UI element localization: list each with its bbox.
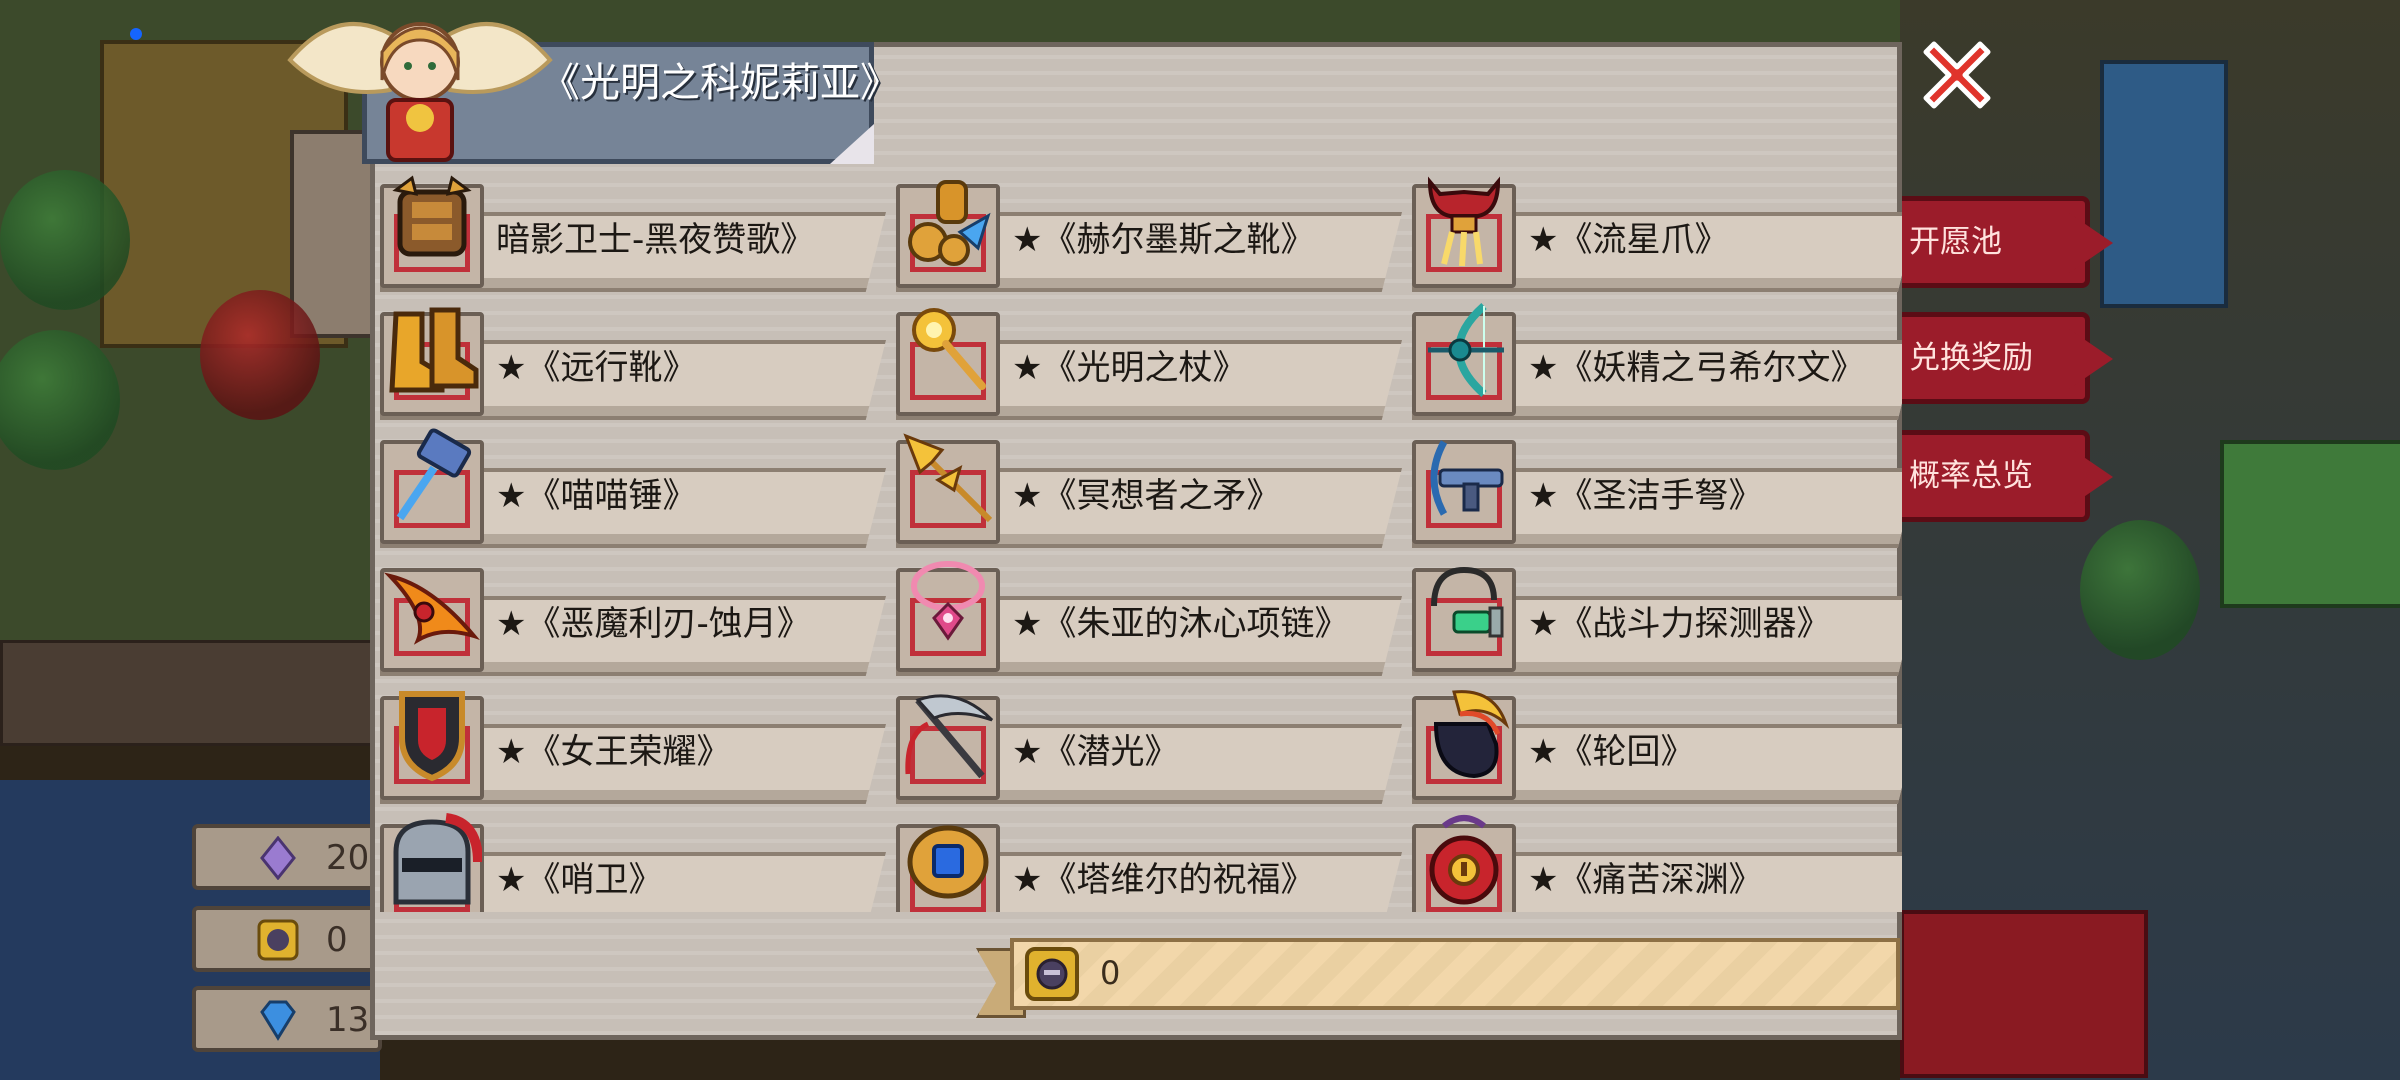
dialog-title: 《光明之科妮莉亚》 (540, 60, 900, 106)
status-dot (130, 28, 142, 40)
crossbow-icon (1430, 440, 1504, 516)
reward-item-latent-light[interactable]: ★《潜光》 (888, 680, 1402, 808)
reward-item-reincarnation[interactable]: ★《轮回》 (1404, 680, 1902, 808)
reward-item-armor[interactable]: 暗影卫士-黑夜赞歌》 (372, 168, 886, 296)
reward-item-sentinel[interactable]: ★《哨卫》 (372, 808, 886, 912)
item-name: 暗影卫士-黑夜赞歌》 (496, 220, 815, 260)
item-name: ★《流星爪》 (1528, 220, 1729, 260)
ring-icon (907, 825, 989, 899)
tree (200, 290, 320, 420)
crystal-count: 20 (326, 838, 370, 878)
bow-icon (1428, 302, 1504, 398)
reward-item-meow-hammer[interactable]: ★《喵喵锤》 (372, 424, 886, 552)
item-name: ★《塔维尔的祝福》 (1012, 860, 1315, 900)
tree (0, 330, 120, 470)
item-name: ★《光明之杖》 (1012, 348, 1247, 388)
tree (0, 170, 130, 310)
item-name: ★《圣洁手弩》 (1528, 476, 1763, 516)
reward-item-holy-crossbow[interactable]: ★《圣洁手弩》 (1404, 424, 1902, 552)
armor-icon (392, 175, 472, 257)
crystal-icon (260, 836, 296, 880)
helmet-icon (393, 813, 482, 905)
wish-pool-label: 开愿池 (1909, 224, 2002, 260)
item-name: ★《恶魔利刃-蚀月》 (496, 604, 811, 644)
character-avatar-icon (287, 22, 553, 162)
staff-icon (912, 308, 986, 390)
item-name: ★《潜光》 (1012, 732, 1179, 772)
pool (2100, 60, 2228, 308)
reward-item-tavir-blessing[interactable]: ★《塔维尔的祝福》 (888, 808, 1402, 912)
gauntlet-icon (1433, 690, 1510, 779)
exchange-reward-button[interactable]: 兑换奖励 (1880, 312, 2090, 404)
item-name: ★《朱亚的沐心项链》 (1012, 604, 1349, 644)
reward-item-light-staff[interactable]: ★《光明之杖》 (888, 296, 1402, 424)
blade-icon (383, 572, 480, 645)
reward-item-zhuya-necklace[interactable]: ★《朱亚的沐心项链》 (888, 552, 1402, 680)
diamond-icon (260, 1000, 296, 1041)
reward-item-demon-blade[interactable]: ★《恶魔利刃-蚀月》 (372, 552, 886, 680)
reward-list[interactable]: 暗影卫士-黑夜赞歌》 ★《赫尔墨斯之靴》 ★《流星爪》 ★《远行靴》 ★《光明之… (372, 168, 1902, 912)
item-name: ★《远行靴》 (496, 348, 697, 388)
shield-icon (399, 691, 465, 782)
resource-diamond: 13 (192, 986, 382, 1052)
hammer-icon (396, 428, 472, 521)
currency-amount: 0 (1100, 954, 1121, 992)
item-name: ★《痛苦深渊》 (1528, 860, 1763, 900)
reward-item-travel-boots[interactable]: ★《远行靴》 (372, 296, 886, 424)
boots-icon (389, 307, 479, 393)
reward-item-meditator-spear[interactable]: ★《冥想者之矛》 (888, 424, 1402, 552)
item-name: ★《喵喵锤》 (496, 476, 697, 516)
currency-bar-body (1010, 938, 1900, 1010)
reward-item-power-scouter[interactable]: ★《战斗力探测器》 (1404, 552, 1902, 680)
item-name: ★《妖精之弓希尔文》 (1528, 348, 1865, 388)
resource-crystal: 20 (192, 824, 382, 890)
tree (2080, 520, 2200, 660)
close-icon[interactable] (1912, 30, 2002, 120)
item-name: ★《赫尔墨斯之靴》 (1012, 220, 1315, 260)
item-name: ★《女王荣耀》 (496, 732, 731, 772)
reward-item-fairy-bow[interactable]: ★《妖精之弓希尔文》 (1404, 296, 1902, 424)
exchange-reward-label: 兑换奖励 (1909, 340, 2033, 376)
item-name: ★《冥想者之矛》 (1012, 476, 1281, 516)
item-name: ★《战斗力探测器》 (1528, 604, 1831, 644)
probability-overview-button[interactable]: 概率总览 (1880, 430, 2090, 522)
reward-item-meteor-claw[interactable]: ★《流星爪》 (1404, 168, 1902, 296)
amulet-icon (1429, 815, 1499, 905)
red-panel (1900, 910, 2148, 1078)
scythe-icon (905, 694, 994, 779)
diamond-count: 13 (326, 1000, 370, 1040)
reward-item-hermes-boots[interactable]: ★《赫尔墨斯之靴》 (888, 168, 1402, 296)
boots-gold-icon (908, 180, 991, 266)
item-name: ★《哨卫》 (496, 860, 663, 900)
wish-pool-button[interactable]: 开愿池 (1880, 196, 2090, 288)
grass-patch (2220, 440, 2400, 608)
token-icon (1025, 947, 1079, 1001)
claw-icon (1427, 176, 1501, 267)
scouter-icon (1431, 566, 1504, 638)
resource-token: 0 (192, 906, 382, 972)
reward-item-abyss-of-pain[interactable]: ★《痛苦深渊》 (1404, 808, 1902, 912)
road (0, 640, 386, 746)
necklace-icon (911, 561, 985, 641)
reward-item-queen-glory[interactable]: ★《女王荣耀》 (372, 680, 886, 808)
probability-label: 概率总览 (1909, 458, 2033, 494)
item-name: ★《轮回》 (1528, 732, 1695, 772)
token-count: 0 (326, 920, 348, 960)
token-icon (257, 919, 299, 961)
currency-bar: 0 (976, 938, 1920, 1018)
spear-icon (903, 433, 993, 523)
